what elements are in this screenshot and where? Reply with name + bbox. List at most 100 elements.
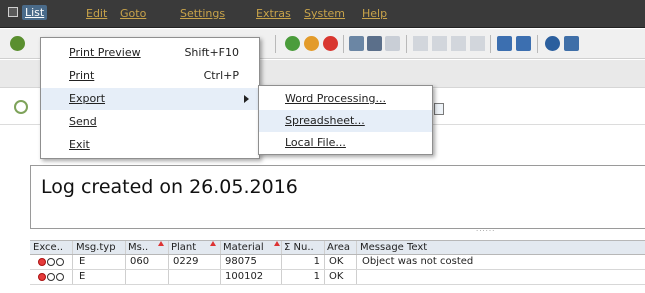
menu-item-label: Send bbox=[69, 115, 97, 128]
message-table: Exce.. Msg.typ Ms.. Plant Material Σ Nu.… bbox=[30, 240, 645, 285]
column-divider bbox=[324, 241, 325, 254]
menu-item-label: Print Preview bbox=[69, 46, 141, 59]
toolbar-separator bbox=[406, 35, 407, 53]
column-header-msg-type[interactable]: Msg.typ bbox=[76, 242, 122, 253]
cell-msg-type: E bbox=[79, 271, 86, 282]
green-light-icon bbox=[56, 273, 64, 281]
menu-item-local-file[interactable]: Local File... bbox=[259, 132, 432, 154]
column-divider bbox=[356, 241, 357, 254]
menu-list[interactable]: List bbox=[22, 5, 48, 20]
sort-ascending-icon bbox=[158, 241, 164, 246]
cell-material: 100102 bbox=[225, 271, 264, 282]
column-header-plant[interactable]: Plant bbox=[171, 242, 201, 253]
menu-system[interactable]: System bbox=[304, 7, 345, 20]
back-icon[interactable] bbox=[285, 36, 300, 51]
first-page-icon[interactable] bbox=[413, 36, 428, 51]
column-divider bbox=[72, 241, 73, 254]
table-row[interactable]: E 100102 1 OK bbox=[30, 270, 645, 285]
column-divider bbox=[356, 255, 357, 269]
cancel-icon[interactable] bbox=[323, 36, 338, 51]
menu-item-exit[interactable]: Exit bbox=[41, 134, 259, 156]
table-row[interactable]: E 060 0229 98075 1 OK Object was not cos… bbox=[30, 255, 645, 270]
sort-ascending-icon bbox=[274, 241, 280, 246]
menu-extras[interactable]: Extras bbox=[256, 7, 291, 20]
cell-area: OK bbox=[329, 271, 344, 282]
menu-item-word-processing[interactable]: Word Processing... bbox=[259, 88, 432, 110]
find-icon[interactable] bbox=[367, 36, 382, 51]
shortcut-icon[interactable] bbox=[516, 36, 531, 51]
green-light-icon bbox=[56, 258, 64, 266]
menu-item-label: Print bbox=[69, 69, 95, 82]
menu-help[interactable]: Help bbox=[362, 7, 387, 20]
menu-item-shortcut: Shift+F10 bbox=[184, 46, 239, 59]
details-icon[interactable] bbox=[434, 103, 444, 115]
layout-menu-icon[interactable] bbox=[564, 36, 579, 51]
previous-page-icon[interactable] bbox=[432, 36, 447, 51]
menu-item-label: Word Processing... bbox=[285, 92, 386, 105]
column-divider bbox=[125, 255, 126, 269]
column-divider bbox=[324, 270, 325, 284]
menu-item-shortcut: Ctrl+P bbox=[203, 69, 239, 82]
window-menu-icon[interactable] bbox=[8, 7, 18, 17]
cell-number: 1 bbox=[313, 256, 320, 267]
help-icon[interactable] bbox=[545, 36, 560, 51]
toolbar-separator bbox=[275, 35, 276, 53]
resize-grip[interactable]: ...... bbox=[476, 225, 495, 233]
find-next-icon[interactable] bbox=[385, 36, 400, 51]
column-divider bbox=[72, 270, 73, 284]
last-page-icon[interactable] bbox=[470, 36, 485, 51]
column-divider bbox=[281, 241, 282, 254]
exit-icon[interactable] bbox=[304, 36, 319, 51]
menu-item-print-preview[interactable]: Print Preview Shift+F10 bbox=[41, 42, 259, 64]
menu-settings[interactable]: Settings bbox=[180, 7, 225, 20]
menu-item-export[interactable]: Export bbox=[41, 88, 259, 110]
column-divider bbox=[281, 255, 282, 269]
next-page-icon[interactable] bbox=[451, 36, 466, 51]
toolbar-separator bbox=[537, 35, 538, 53]
red-light-icon bbox=[38, 273, 46, 281]
cell-number: 1 bbox=[313, 271, 320, 282]
menu-item-label: Local File... bbox=[285, 136, 346, 149]
column-header-exception[interactable]: Exce.. bbox=[33, 242, 69, 253]
column-divider bbox=[356, 270, 357, 284]
column-header-area[interactable]: Area bbox=[327, 242, 353, 253]
red-light-icon bbox=[38, 258, 46, 266]
column-divider bbox=[168, 241, 169, 254]
column-header-material[interactable]: Material bbox=[223, 242, 267, 253]
table-header-row: Exce.. Msg.typ Ms.. Plant Material Σ Nu.… bbox=[30, 240, 645, 255]
menu-item-send[interactable]: Send bbox=[41, 111, 259, 133]
column-header-message-text[interactable]: Message Text bbox=[360, 242, 480, 253]
print-icon[interactable] bbox=[349, 36, 364, 51]
error-status-icon bbox=[38, 258, 64, 266]
menu-bar: List Edit Goto Settings Extras System He… bbox=[0, 0, 645, 28]
column-divider bbox=[324, 255, 325, 269]
log-header-panel: Log created on 26.05.2016 ...... bbox=[30, 165, 645, 233]
column-divider bbox=[168, 270, 169, 284]
column-header-number[interactable]: Σ Nu.. bbox=[284, 242, 318, 253]
column-header-msg-no[interactable]: Ms.. bbox=[128, 242, 154, 253]
menu-item-print[interactable]: Print Ctrl+P bbox=[41, 65, 259, 87]
log-title: Log created on 26.05.2016 bbox=[41, 176, 298, 198]
list-dropdown-menu: Print Preview Shift+F10 Print Ctrl+P Exp… bbox=[40, 37, 260, 159]
cell-msg-type: E bbox=[79, 256, 86, 267]
column-divider bbox=[168, 255, 169, 269]
column-divider bbox=[125, 270, 126, 284]
refresh-icon[interactable] bbox=[14, 100, 28, 114]
menu-edit[interactable]: Edit bbox=[86, 7, 107, 20]
column-divider bbox=[220, 241, 221, 254]
yellow-light-icon bbox=[47, 258, 55, 266]
submenu-arrow-icon bbox=[244, 95, 249, 103]
toolbar-separator bbox=[343, 35, 344, 53]
menu-item-spreadsheet[interactable]: Spreadsheet... bbox=[259, 110, 432, 132]
error-status-icon bbox=[38, 273, 64, 281]
menu-item-label: Spreadsheet... bbox=[285, 114, 365, 127]
cell-msg-no: 060 bbox=[130, 256, 150, 267]
column-divider bbox=[220, 255, 221, 269]
cell-message-text: Object was not costed bbox=[362, 256, 474, 267]
enter-icon[interactable] bbox=[10, 36, 25, 51]
menu-goto[interactable]: Goto bbox=[120, 7, 146, 20]
column-divider bbox=[125, 241, 126, 254]
toolbar-separator bbox=[490, 35, 491, 53]
sort-ascending-icon bbox=[210, 241, 216, 246]
create-session-icon[interactable] bbox=[497, 36, 512, 51]
